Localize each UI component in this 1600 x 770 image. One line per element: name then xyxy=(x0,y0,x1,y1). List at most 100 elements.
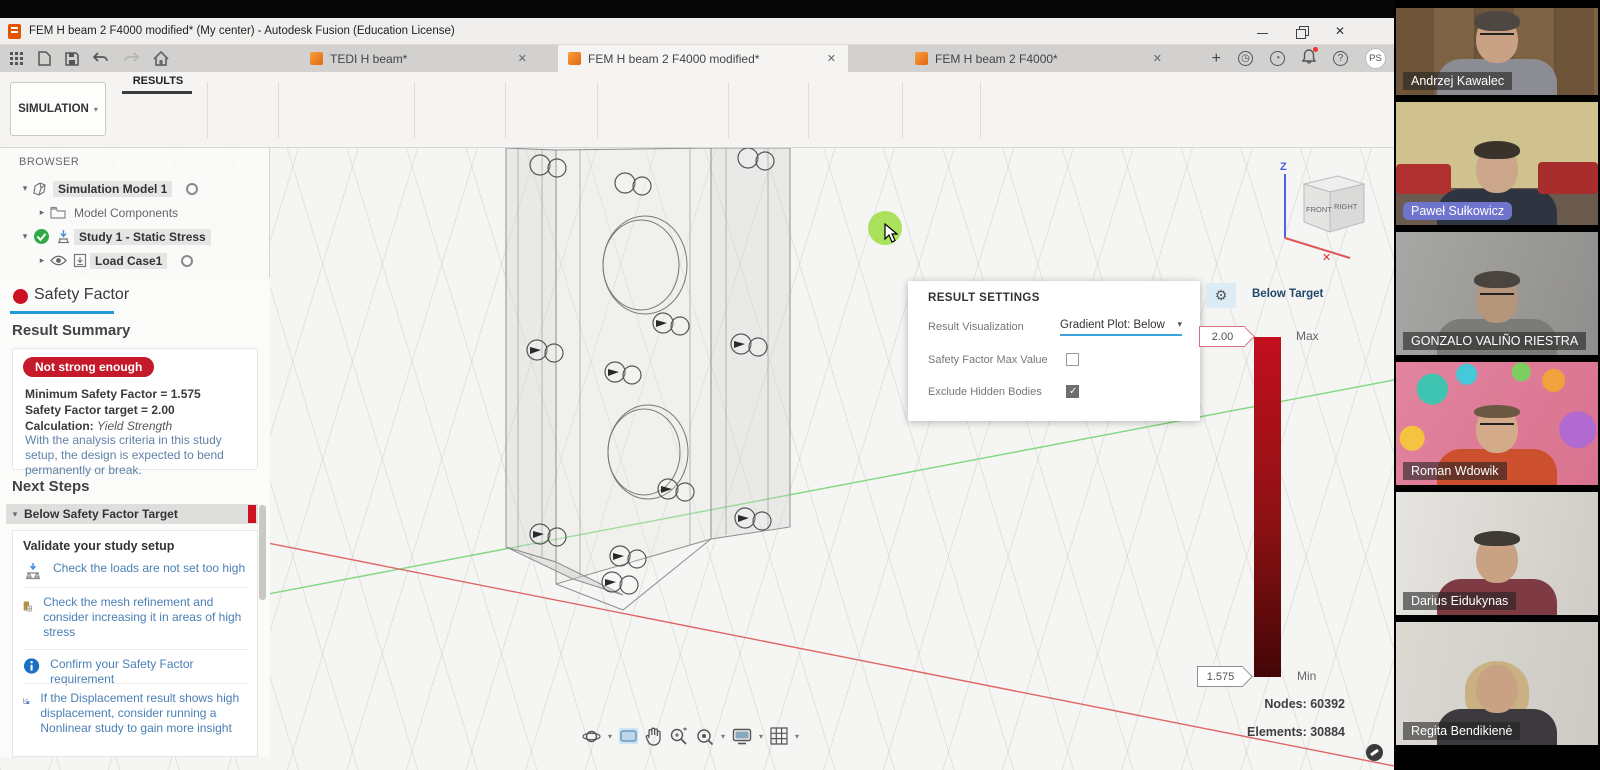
home-icon[interactable] xyxy=(153,51,169,66)
display-settings-icon[interactable] xyxy=(732,728,752,745)
navigation-toolbar: ▾ ▾ ▾ ▾ xyxy=(582,723,799,749)
ribbon-toolbar: SIMULATION▾ RESULTS STUDY COMPARE 0 xyxy=(0,72,1394,148)
tab-tedi-h-beam[interactable]: TEDI H beam* ✕ xyxy=(300,45,545,72)
chevron-right-icon[interactable]: ▸ xyxy=(37,255,47,266)
legend-max-label: Max xyxy=(1296,329,1319,343)
tree-row-load-case[interactable]: ▸ Load Case1 xyxy=(0,252,270,269)
tab-close-icon[interactable]: ✕ xyxy=(1153,52,1162,65)
participant-tile[interactable]: GONZALO VALIÑO RIESTRA xyxy=(1396,232,1598,355)
chevron-right-icon[interactable]: ▸ xyxy=(37,207,47,218)
tab-close-icon[interactable]: ✕ xyxy=(827,52,836,65)
mouse-cursor xyxy=(884,223,898,243)
clock-icon[interactable]: ◔ xyxy=(1270,51,1285,66)
job-status-icon[interactable]: ◷ xyxy=(1238,51,1253,66)
notifications-bell-icon[interactable] xyxy=(1302,49,1316,69)
next-step-item[interactable]: Check the loads are not set too high xyxy=(23,561,251,581)
safety-factor-max-checkbox[interactable] xyxy=(1066,353,1079,366)
zoom-icon[interactable] xyxy=(669,727,688,746)
legend-min-input[interactable]: 1.575 xyxy=(1197,666,1255,687)
result-visualization-dropdown[interactable]: Gradient Plot: Below xyxy=(1060,319,1182,336)
chevron-down-icon[interactable]: ▾ xyxy=(795,732,799,741)
tab-fem-h-beam[interactable]: FEM H beam 2 F4000* ✕ xyxy=(905,45,1170,72)
tab-fem-h-beam-modified[interactable]: FEM H beam 2 F4000 modified* ✕ xyxy=(558,45,848,72)
next-step-item[interactable]: Check the mesh refinement and consider i… xyxy=(23,595,251,640)
panel-scrollbar[interactable] xyxy=(259,505,266,600)
participant-name: Darius Eidukynas xyxy=(1403,592,1516,610)
screenshot-root: { "titlebar": { "title": "FEM H beam 2 F… xyxy=(0,0,1600,770)
tree-label[interactable]: Model Components xyxy=(69,205,183,221)
mesh-refinement-icon xyxy=(23,595,33,619)
orbit-icon[interactable] xyxy=(582,727,601,746)
legend-color-bar[interactable] xyxy=(1254,337,1281,677)
workspace-selector[interactable]: SIMULATION ▾ xyxy=(10,82,106,136)
assistant-icon[interactable] xyxy=(1366,744,1383,761)
help-icon[interactable]: ? xyxy=(1333,51,1348,66)
minimize-button[interactable] xyxy=(1257,26,1270,37)
below-target-group-row[interactable]: ▾ Below Safety Factor Target xyxy=(6,504,258,524)
user-avatar[interactable]: PS xyxy=(1365,48,1386,69)
legend-settings-gear-icon[interactable]: ⚙ xyxy=(1206,283,1236,308)
next-step-text[interactable]: Check the mesh refinement and consider i… xyxy=(43,595,251,640)
legend-min-label: Min xyxy=(1297,669,1316,683)
tree-label[interactable]: Study 1 - Static Stress xyxy=(74,229,211,245)
safety-factor-title[interactable]: Safety Factor xyxy=(34,286,129,304)
next-step-text[interactable]: Check the loads are not set too high xyxy=(53,561,245,576)
pan-icon[interactable] xyxy=(645,727,662,746)
ribbon-tab-underline xyxy=(122,91,192,94)
legend-max-value[interactable]: 2.00 xyxy=(1199,326,1245,347)
h-beam-model[interactable] xyxy=(506,148,790,610)
ribbon-tab-results[interactable]: RESULTS xyxy=(118,75,198,87)
chevron-down-icon: ▾ xyxy=(94,105,98,114)
safety-factor-max-label: Safety Factor Max Value xyxy=(928,354,1048,366)
eye-icon[interactable] xyxy=(50,255,67,266)
participant-tile[interactable]: Darius Eidukynas xyxy=(1396,492,1598,615)
tree-row-model-components[interactable]: ▸ Model Components xyxy=(0,204,270,221)
tree-row-study[interactable]: ▾ Study 1 - Static Stress xyxy=(0,228,270,245)
chevron-down-icon[interactable]: ▾ xyxy=(721,732,725,741)
exclude-hidden-checkbox[interactable] xyxy=(1066,385,1079,398)
close-button[interactable]: ✕ xyxy=(1335,26,1348,37)
legend-max-input[interactable]: 2.00 xyxy=(1199,326,1257,347)
x-axis-marker: ✕ xyxy=(1322,252,1331,264)
legend-min-value[interactable]: 1.575 xyxy=(1197,666,1243,687)
tree-label[interactable]: Simulation Model 1 xyxy=(53,181,172,197)
visibility-radio[interactable] xyxy=(181,255,193,267)
result-settings-dialog: RESULT SETTINGS Result Visualization Gra… xyxy=(908,281,1200,421)
notification-dot xyxy=(1313,47,1318,52)
participant-tile[interactable]: Paweł Sułkowicz xyxy=(1396,102,1598,225)
static-stress-icon xyxy=(56,229,71,244)
participant-tile[interactable]: Roman Wdowik xyxy=(1396,362,1598,485)
chevron-down-icon[interactable]: ▾ xyxy=(759,732,763,741)
participant-name: Regita Bendikienė xyxy=(1403,722,1520,740)
redo-icon[interactable] xyxy=(123,52,139,65)
min-safety-factor: Minimum Safety Factor = 1.575 xyxy=(25,387,201,401)
tree-row-simulation-model[interactable]: ▾ Simulation Model 1 xyxy=(0,180,270,197)
visibility-radio[interactable] xyxy=(186,183,198,195)
participant-tile[interactable]: Andrzej Kawalec xyxy=(1396,8,1598,95)
file-menu-icon[interactable] xyxy=(38,51,51,66)
undo-icon[interactable] xyxy=(93,52,109,65)
workspace-label: SIMULATION xyxy=(18,103,89,115)
chevron-down-icon[interactable]: ▾ xyxy=(20,183,30,194)
participant-name: GONZALO VALIÑO RIESTRA xyxy=(1403,332,1586,350)
next-step-text[interactable]: If the Displacement result shows high di… xyxy=(40,691,251,736)
participant-tile[interactable]: Regita Bendikienė xyxy=(1396,622,1598,745)
exclude-hidden-label: Exclude Hidden Bodies xyxy=(928,386,1042,398)
new-tab-icon[interactable]: + xyxy=(1212,50,1221,68)
chevron-down-icon[interactable]: ▾ xyxy=(6,509,24,520)
elements-count: Elements: 30884 xyxy=(1247,725,1345,739)
app-grid-menu-icon[interactable] xyxy=(10,52,24,66)
next-step-item[interactable]: If the Displacement result shows high di… xyxy=(23,691,251,736)
restore-button[interactable] xyxy=(1296,26,1309,37)
look-at-icon[interactable] xyxy=(619,728,638,744)
chevron-down-icon[interactable]: ▾ xyxy=(20,231,30,242)
chevron-down-icon[interactable]: ▾ xyxy=(608,732,612,741)
grid-layout-icon[interactable] xyxy=(770,727,788,745)
tab-close-icon[interactable]: ✕ xyxy=(518,52,527,65)
view-cube[interactable]: Z FRONT RIGHT ✕ xyxy=(1280,161,1364,264)
viewcube-right-label: RIGHT xyxy=(1334,202,1358,211)
fit-icon[interactable] xyxy=(695,727,714,746)
save-icon[interactable] xyxy=(65,52,79,66)
loads-icon xyxy=(23,561,43,581)
tree-label[interactable]: Load Case1 xyxy=(90,253,167,269)
